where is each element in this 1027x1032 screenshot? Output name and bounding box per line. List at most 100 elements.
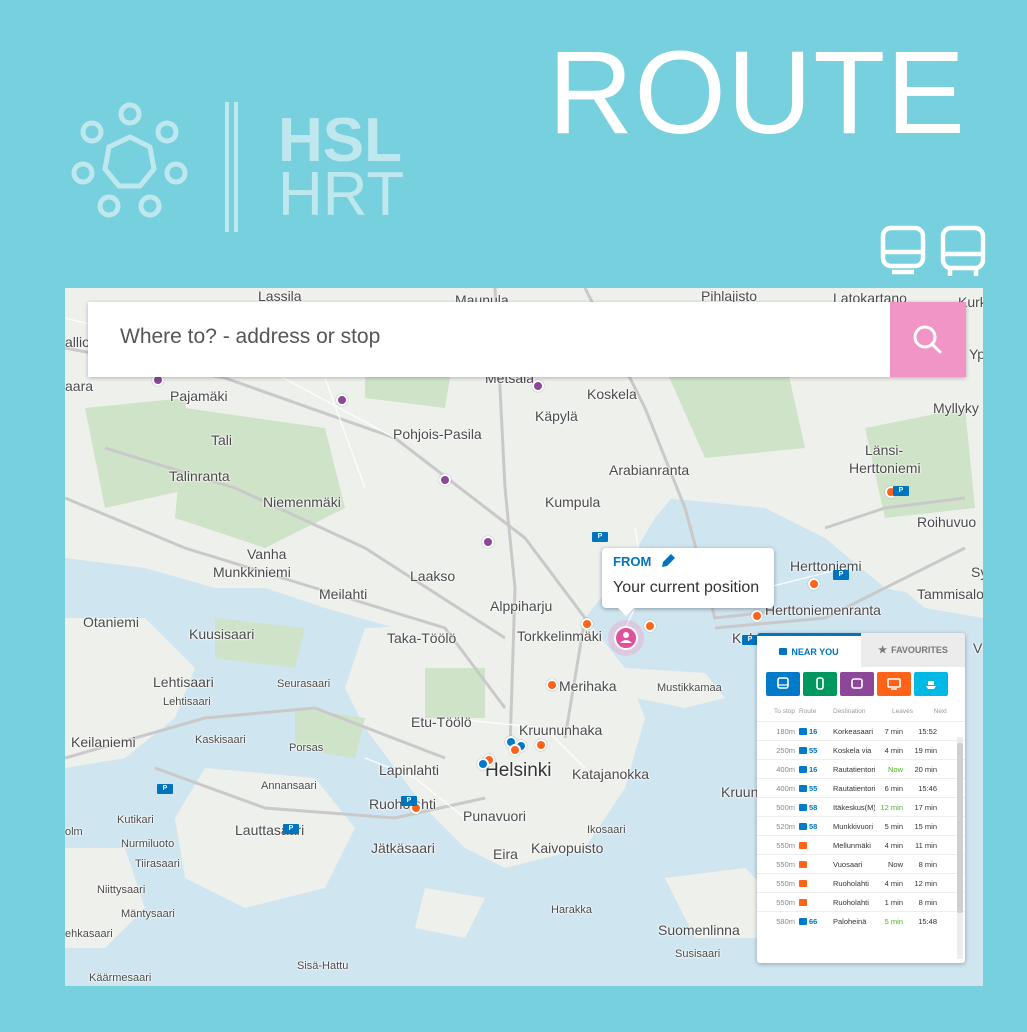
star-icon: ★ — [878, 644, 888, 656]
next-departure: 12 min — [914, 878, 937, 888]
destination: Itäkeskus(M) — [833, 802, 875, 812]
map-place-label: Pajamäki — [170, 388, 228, 404]
map-place-label: Länsi- — [865, 442, 904, 458]
train-stop-marker[interactable] — [581, 618, 593, 630]
map-place-label: Sy — [971, 564, 983, 580]
next-departure: 8 min — [918, 859, 937, 869]
metro-stop-marker[interactable] — [336, 394, 348, 406]
mode-tram-button[interactable] — [803, 672, 837, 696]
map-place-label: Harakka — [551, 904, 592, 916]
departures-list: 180m 16 Korkeasaari 7 min 15:52 250m 55 Koskela… — [757, 721, 965, 930]
leaves: 12 min — [880, 802, 903, 812]
tab-favourites-label: FAVOURITES — [891, 645, 948, 655]
distance: 400m — [776, 764, 795, 774]
train-stop-marker[interactable] — [546, 679, 558, 691]
bus-icon — [799, 822, 807, 830]
departures-scrollbar[interactable] — [957, 737, 963, 959]
next-departure: 15 min — [914, 821, 937, 831]
map-place-label: Koskela — [587, 386, 637, 402]
map-place-label: Ikosaari — [587, 824, 626, 836]
search-icon — [913, 325, 942, 354]
park-and-ride-icon[interactable]: P — [401, 796, 417, 806]
metro-stop-marker[interactable] — [482, 536, 494, 548]
departure-row[interactable]: 520m 58 Munkkivuori 5 min 15 min — [757, 816, 965, 835]
departure-row[interactable]: 250m 55 Koskela via 4 min 19 min — [757, 740, 965, 759]
leaves: 6 min — [884, 783, 903, 793]
leaves: 4 min — [884, 840, 903, 850]
departure-row[interactable]: 550m Ruoholahti 4 min 12 min — [757, 873, 965, 892]
route-number: 55 — [809, 783, 818, 793]
train-stop-marker[interactable] — [535, 739, 547, 751]
park-and-ride-icon[interactable]: P — [742, 635, 758, 645]
distance: 550m — [776, 897, 795, 907]
metro-stop-marker[interactable] — [439, 474, 451, 486]
tram-icon — [816, 677, 824, 690]
departure-row[interactable]: 550m Mellunmäki 4 min 11 min — [757, 835, 965, 854]
distance: 180m — [776, 726, 795, 736]
mode-bus-button[interactable] — [766, 672, 800, 696]
park-and-ride-icon[interactable]: P — [157, 784, 173, 794]
map-place-label: Arabianranta — [609, 462, 690, 478]
map-place-label: Kumpula — [545, 494, 601, 510]
distance: 550m — [776, 878, 795, 888]
search-button[interactable] — [890, 302, 966, 377]
destination: Ruoholahti — [833, 878, 869, 888]
edit-pencil-icon[interactable] — [659, 553, 677, 569]
route-number: 66 — [809, 916, 818, 926]
departure-row[interactable]: 580m 66 Paloheinä 5 min 15:48 — [757, 911, 965, 930]
tab-favourites[interactable]: ★ FAVOURITES — [861, 633, 965, 667]
from-label: FROM — [613, 553, 677, 569]
park-and-ride-icon[interactable]: P — [893, 486, 909, 496]
map-place-label: Pohjois-Pasila — [393, 426, 482, 442]
mode-ferry-button[interactable] — [914, 672, 948, 696]
hsl-logo: HSL HRT — [64, 102, 424, 242]
map-place-label: Jätkäsaari — [371, 840, 435, 856]
train-stop-marker[interactable] — [808, 578, 820, 590]
brand-line2: HRT — [278, 160, 405, 229]
departure-row[interactable]: 400m 16 Rautatientori Now 20 min — [757, 759, 965, 778]
metro-icon — [851, 678, 863, 689]
leaves: 4 min — [884, 745, 903, 755]
departure-row[interactable]: 550m Ruoholahti 1 min 8 min — [757, 892, 965, 911]
departure-row[interactable]: 500m 58 Itäkeskus(M) 12 min 17 min — [757, 797, 965, 816]
map-place-label: Punavuori — [463, 808, 527, 824]
map-place-label: Meilahti — [319, 586, 368, 602]
departure-row[interactable]: 400m 55 Rautatientori 6 min 15:46 — [757, 778, 965, 797]
train-stop-marker[interactable] — [509, 744, 521, 756]
from-location-popup[interactable]: FROM Your current position — [602, 548, 774, 616]
search-input[interactable] — [118, 324, 882, 350]
map-place-label: Herttoniemi — [790, 558, 862, 574]
destination: Mellunmäki — [833, 840, 871, 850]
metro-stop-marker[interactable] — [532, 380, 544, 392]
park-and-ride-icon[interactable]: P — [283, 824, 299, 834]
destination: Korkeasaari — [833, 726, 874, 736]
mode-train-button[interactable] — [877, 672, 911, 696]
current-position-marker[interactable] — [606, 620, 646, 660]
departures-panel: NEAR YOU ★ FAVOURITES To stop Route Dest… — [757, 633, 965, 963]
departure-row[interactable]: 550m Vuosaari Now 8 min — [757, 854, 965, 873]
destination: Paloheinä — [833, 916, 867, 926]
map-place-label: Vanha — [247, 546, 287, 562]
route-number: 16 — [809, 764, 818, 774]
next-departure: 19 min — [914, 745, 937, 755]
bus-icon — [799, 746, 807, 754]
next-departure: 11 min — [915, 840, 937, 850]
destination: Rautatientori — [833, 764, 875, 774]
route: 16 — [799, 765, 833, 774]
distance: 500m — [776, 802, 795, 812]
bus-stop-marker[interactable] — [477, 758, 489, 770]
next-departure: 17 min — [914, 802, 937, 812]
search-bar — [88, 302, 966, 377]
tram-icon — [880, 225, 986, 276]
map-place-label: Lehtisaari — [163, 696, 211, 708]
park-and-ride-icon[interactable]: P — [592, 532, 608, 542]
departure-row[interactable]: 180m 16 Korkeasaari 7 min 15:52 — [757, 721, 965, 740]
map-place-label: Eira — [493, 846, 518, 862]
route-number: 55 — [809, 745, 818, 755]
tab-near-you[interactable]: NEAR YOU — [757, 633, 861, 667]
park-and-ride-icon[interactable]: P — [833, 570, 849, 580]
route — [799, 860, 833, 868]
mode-metro-button[interactable] — [840, 672, 874, 696]
route — [799, 898, 833, 906]
train-stop-marker[interactable] — [751, 610, 763, 622]
